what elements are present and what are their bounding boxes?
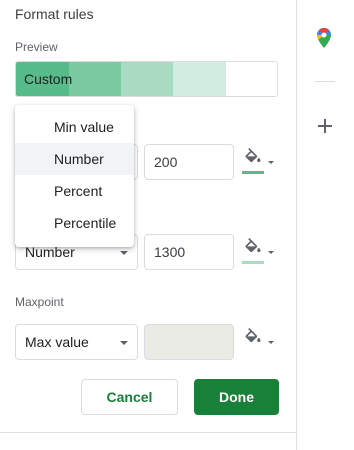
format-rules-panel: Format rules Preview Custom Number 200 N…	[0, 0, 297, 450]
cancel-button[interactable]: Cancel	[81, 379, 178, 415]
format-rules-title: Format rules	[15, 6, 94, 22]
minpoint-value-input[interactable]: 200	[144, 144, 234, 180]
point-type-dropdown-menu: Min value Number Percent Percentile	[15, 105, 134, 247]
side-panel	[298, 0, 354, 450]
chevron-down-icon	[268, 161, 274, 164]
midpoint-value: 1300	[154, 244, 186, 260]
chevron-down-icon	[120, 341, 128, 345]
dropdown-option-percentile[interactable]: Percentile	[15, 207, 134, 239]
maxpoint-type-value: Max value	[25, 334, 89, 350]
color-scale-preview: Custom	[15, 61, 278, 97]
dropdown-option-number[interactable]: Number	[15, 143, 134, 175]
dropdown-option-percent[interactable]: Percent	[15, 175, 134, 207]
minpoint-value: 200	[154, 154, 178, 170]
maxpoint-fill-color-button[interactable]	[242, 328, 276, 358]
paint-bucket-icon	[245, 148, 261, 163]
minpoint-color-swatch	[242, 171, 264, 174]
maxpoint-type-select[interactable]: Max value	[15, 324, 138, 360]
maxpoint-label: Maxpoint	[15, 295, 64, 309]
dropdown-option-min-value[interactable]: Min value	[15, 111, 134, 143]
preview-label: Preview	[15, 40, 58, 54]
midpoint-fill-color-button[interactable]	[242, 238, 276, 268]
chevron-down-icon	[268, 341, 274, 344]
plus-icon[interactable]	[318, 119, 332, 133]
sidebar-divider	[315, 81, 335, 82]
maxpoint-value-input	[144, 324, 234, 360]
paint-bucket-icon	[245, 328, 261, 343]
chevron-down-icon	[120, 251, 128, 255]
divider	[0, 432, 297, 433]
midpoint-value-input[interactable]: 1300	[144, 234, 234, 270]
maps-icon[interactable]	[317, 28, 331, 48]
midpoint-color-swatch	[242, 261, 264, 264]
minpoint-fill-color-button[interactable]	[242, 148, 276, 178]
preview-text: Custom	[24, 71, 73, 87]
done-button[interactable]: Done	[194, 379, 279, 415]
chevron-down-icon	[268, 251, 274, 254]
paint-bucket-icon	[245, 238, 261, 253]
